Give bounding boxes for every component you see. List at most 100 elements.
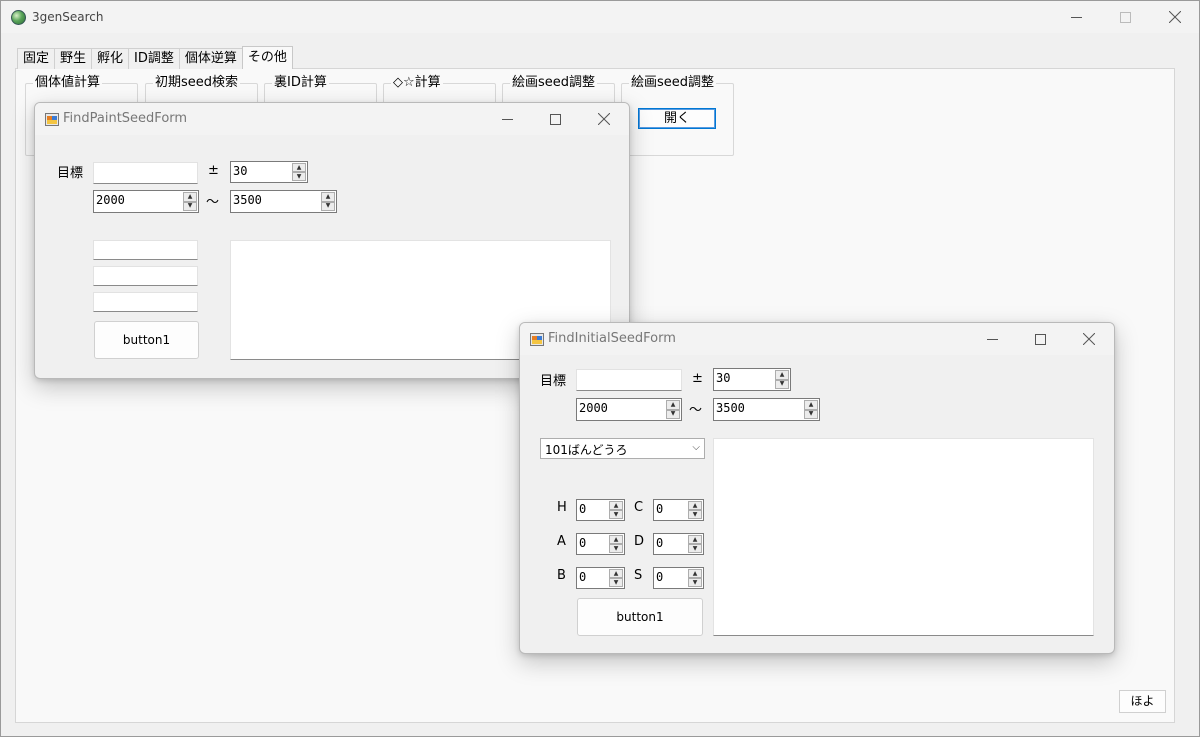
close-icon xyxy=(598,113,610,125)
app-icon xyxy=(11,10,26,25)
spin-buttons[interactable]: ▲ ▼ xyxy=(688,569,702,587)
maximize-icon xyxy=(1119,11,1131,23)
minimize-button[interactable] xyxy=(1053,1,1099,33)
spin-down-icon[interactable]: ▼ xyxy=(688,578,702,587)
spin-up-icon[interactable]: ▲ xyxy=(292,163,306,172)
form-title: FindInitialSeedForm xyxy=(548,331,676,346)
close-button[interactable] xyxy=(1066,323,1112,355)
hoyo-button[interactable]: ほよ xyxy=(1119,690,1166,713)
stat-b-stepper[interactable]: 0 ▲ ▼ xyxy=(576,567,625,589)
spin-down-icon[interactable]: ▼ xyxy=(775,379,789,389)
open-button[interactable]: 開く xyxy=(638,108,716,129)
target-input[interactable] xyxy=(93,162,198,184)
spin-buttons[interactable]: ▲ ▼ xyxy=(609,501,623,519)
form-icon xyxy=(530,333,544,346)
spin-up-icon[interactable]: ▲ xyxy=(804,400,818,410)
result-list[interactable] xyxy=(713,438,1094,636)
close-button[interactable] xyxy=(581,103,627,135)
range-separator: ～ xyxy=(206,195,220,210)
spin-buttons[interactable]: ▲ ▼ xyxy=(804,400,818,419)
stat-h-value: 0 xyxy=(579,502,587,516)
spin-buttons[interactable]: ▲ ▼ xyxy=(775,370,789,389)
spin-buttons[interactable]: ▲ ▼ xyxy=(321,192,335,211)
text-input-3[interactable] xyxy=(93,292,198,312)
target-input[interactable] xyxy=(576,369,682,391)
min-stepper[interactable]: 2000 ▲ ▼ xyxy=(93,190,199,213)
stat-d-stepper[interactable]: 0 ▲ ▼ xyxy=(653,533,704,555)
stat-h-stepper[interactable]: 0 ▲ ▼ xyxy=(576,499,625,521)
max-stepper[interactable]: 3500 ▲ ▼ xyxy=(713,398,820,421)
min-stepper[interactable]: 2000 ▲ ▼ xyxy=(576,398,682,421)
spin-down-icon[interactable]: ▼ xyxy=(666,409,680,419)
maximize-icon xyxy=(549,113,561,125)
spin-buttons[interactable]: ▲ ▼ xyxy=(666,400,680,419)
spin-down-icon[interactable]: ▼ xyxy=(609,544,623,553)
button1[interactable]: button1 xyxy=(94,321,199,359)
minimize-button[interactable] xyxy=(484,103,530,135)
max-stepper[interactable]: 3500 ▲ ▼ xyxy=(230,190,337,213)
spin-down-icon[interactable]: ▼ xyxy=(804,409,818,419)
tab-id-adjust[interactable]: ID調整 xyxy=(128,48,180,69)
close-button[interactable] xyxy=(1152,1,1198,33)
max-value: 3500 xyxy=(233,193,262,207)
spin-up-icon[interactable]: ▲ xyxy=(688,535,702,544)
maximize-button[interactable] xyxy=(1102,1,1148,33)
target-label: 目標 xyxy=(540,374,567,389)
tab-fixed[interactable]: 固定 xyxy=(17,48,56,69)
spin-up-icon[interactable]: ▲ xyxy=(321,192,335,202)
button1[interactable]: button1 xyxy=(577,598,703,636)
tolerance-stepper[interactable]: 30 ▲ ▼ xyxy=(230,161,308,183)
spin-up-icon[interactable]: ▲ xyxy=(688,501,702,510)
stat-h-label: H xyxy=(557,500,567,515)
spin-buttons[interactable]: ▲ ▼ xyxy=(183,192,197,211)
spin-buttons[interactable]: ▲ ▼ xyxy=(292,163,306,181)
tab-wild[interactable]: 野生 xyxy=(54,48,93,69)
spin-down-icon[interactable]: ▼ xyxy=(292,172,306,181)
spin-down-icon[interactable]: ▼ xyxy=(321,201,335,211)
maximize-button[interactable] xyxy=(1017,323,1063,355)
tab-hatch[interactable]: 孵化 xyxy=(91,48,130,69)
tab-strip: 固定 野生 孵化 ID調整 個体逆算 その他 xyxy=(17,46,293,69)
spin-down-icon[interactable]: ▼ xyxy=(688,544,702,553)
spin-buttons[interactable]: ▲ ▼ xyxy=(688,501,702,519)
find-initial-seed-form: FindInitialSeedForm 目標 ± 30 ▲ ▼ 2000 ▲ ▼ ～… xyxy=(519,322,1115,654)
stat-a-stepper[interactable]: 0 ▲ ▼ xyxy=(576,533,625,555)
spin-up-icon[interactable]: ▲ xyxy=(688,569,702,578)
spin-down-icon[interactable]: ▼ xyxy=(688,510,702,519)
chevron-down-icon: ⌵ xyxy=(692,442,700,453)
tolerance-stepper[interactable]: 30 ▲ ▼ xyxy=(713,368,791,391)
spin-up-icon[interactable]: ▲ xyxy=(666,400,680,410)
spin-up-icon[interactable]: ▲ xyxy=(609,501,623,510)
stat-c-stepper[interactable]: 0 ▲ ▼ xyxy=(653,499,704,521)
stat-d-value: 0 xyxy=(656,536,664,550)
spin-buttons[interactable]: ▲ ▼ xyxy=(609,535,623,553)
tab-reverse-calc[interactable]: 個体逆算 xyxy=(178,48,243,69)
stat-s-stepper[interactable]: 0 ▲ ▼ xyxy=(653,567,704,589)
plus-minus-label: ± xyxy=(692,371,703,386)
text-input-1[interactable] xyxy=(93,240,198,260)
tab-other[interactable]: その他 xyxy=(241,46,293,69)
stat-b-label: B xyxy=(557,568,566,583)
spin-up-icon[interactable]: ▲ xyxy=(609,569,623,578)
route-select[interactable]: 101ばんどうろ ⌵ xyxy=(540,438,705,459)
spin-down-icon[interactable]: ▼ xyxy=(609,510,623,519)
spin-buttons[interactable]: ▲ ▼ xyxy=(609,569,623,587)
group-label: 初期seed検索 xyxy=(153,75,241,90)
spin-down-icon[interactable]: ▼ xyxy=(609,578,623,587)
spin-up-icon[interactable]: ▲ xyxy=(183,192,197,202)
min-value: 2000 xyxy=(96,193,125,207)
spin-up-icon[interactable]: ▲ xyxy=(775,370,789,380)
window-title: 3genSearch xyxy=(32,10,104,24)
minimize-button[interactable] xyxy=(969,323,1015,355)
stat-s-value: 0 xyxy=(656,570,664,584)
spin-down-icon[interactable]: ▼ xyxy=(183,201,197,211)
stat-c-label: C xyxy=(634,500,644,515)
title-bar: 3genSearch xyxy=(1,1,1199,33)
stat-s-label: S xyxy=(634,568,643,583)
spin-buttons[interactable]: ▲ ▼ xyxy=(688,535,702,553)
maximize-button[interactable] xyxy=(532,103,578,135)
group-label: 裏ID計算 xyxy=(272,75,329,90)
text-input-2[interactable] xyxy=(93,266,198,286)
target-label: 目標 xyxy=(57,166,84,181)
spin-up-icon[interactable]: ▲ xyxy=(609,535,623,544)
